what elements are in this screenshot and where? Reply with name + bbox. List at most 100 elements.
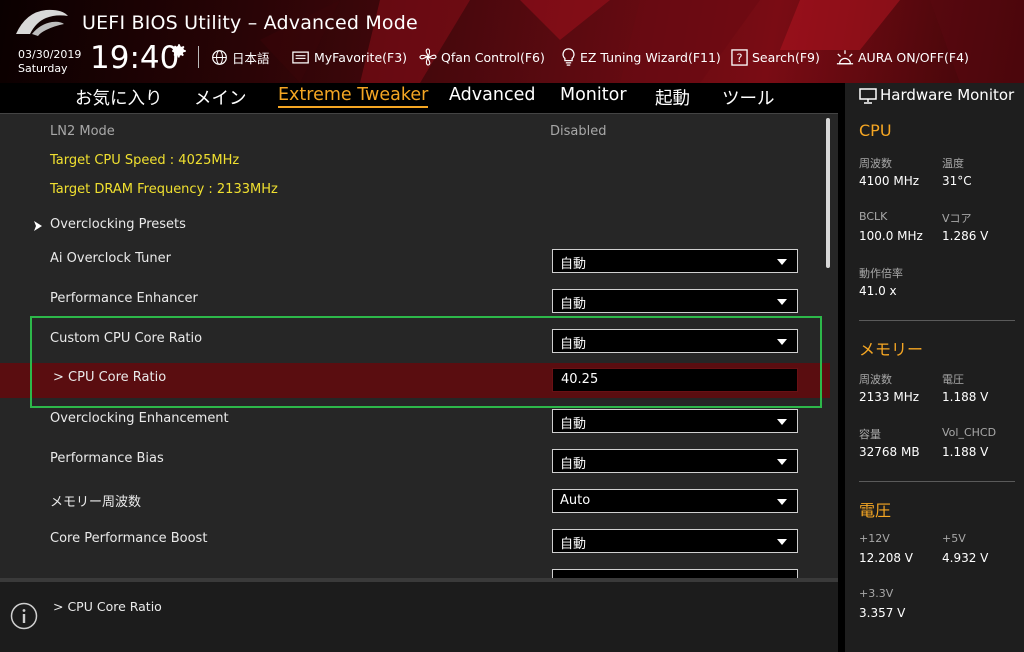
info-icon: [10, 602, 38, 630]
cpu-core-ratio-input[interactable]: 40.25: [552, 368, 798, 392]
cpu-freq-label: 周波数: [859, 157, 892, 170]
mem-freq-label: 周波数: [859, 373, 892, 386]
core-performance-boost-dropdown[interactable]: 自動: [552, 529, 798, 553]
favorite-icon: [292, 50, 309, 64]
performance-enhancer-dropdown[interactable]: 自動: [552, 289, 798, 313]
v5-value: 4.932 V: [942, 551, 989, 565]
ln2-mode-label: LN2 Mode: [50, 124, 115, 139]
core-performance-boost-value: 自動: [560, 537, 587, 552]
cpu-bclk-value: 100.0 MHz: [859, 229, 923, 243]
performance-bias-value: 自動: [560, 457, 587, 472]
performance-bias-dropdown[interactable]: 自動: [552, 449, 798, 473]
aura-icon: [836, 49, 854, 64]
ez-tuning-wizard-label: EZ Tuning Wizard(F11): [580, 49, 721, 65]
tab-extreme-tweaker[interactable]: Extreme Tweaker: [278, 85, 429, 108]
help-description: > CPU Core Ratio: [53, 599, 162, 614]
custom-cpu-core-ratio-label: Custom CPU Core Ratio: [50, 331, 203, 346]
mem-capacity-value: 32768 MB: [859, 445, 920, 459]
language-button[interactable]: 日本語: [211, 47, 270, 67]
setting-row-performance-enhancer: Performance Enhancer 自動: [0, 282, 830, 318]
search-button[interactable]: ? Search(F9): [731, 47, 820, 67]
memory-frequency-label: メモリー周波数: [50, 495, 142, 510]
ln2-mode-value: Disabled: [550, 124, 607, 139]
chevron-down-icon: [777, 539, 787, 545]
chevron-down-icon: [777, 339, 787, 345]
qfan-control-label: Qfan Control(F6): [441, 49, 545, 65]
v33-label: +3.3V: [859, 587, 894, 600]
myfavorite-button[interactable]: MyFavorite(F3): [292, 47, 407, 67]
chevron-down-icon: [777, 299, 787, 305]
setting-row-core-performance-boost: Core Performance Boost 自動: [0, 522, 830, 558]
custom-cpu-core-ratio-dropdown[interactable]: 自動: [552, 329, 798, 353]
ez-tuning-wizard-button[interactable]: EZ Tuning Wizard(F11): [561, 47, 721, 67]
language-label: 日本語: [232, 50, 270, 66]
chevron-down-icon: [777, 499, 787, 505]
overclocking-presets-link[interactable]: Overclocking Presets: [0, 208, 830, 244]
tab-boot[interactable]: 起動: [655, 85, 690, 110]
cpu-freq-value: 4100 MHz: [859, 174, 920, 188]
qfan-control-button[interactable]: Qfan Control(F6): [419, 47, 545, 67]
v12-label: +12V: [859, 532, 890, 545]
date-display: 03/30/2019 Saturday: [18, 48, 81, 76]
chevron-down-icon: [777, 419, 787, 425]
v33-value: 3.357 V: [859, 606, 906, 620]
ai-overclock-tuner-value: 自動: [560, 257, 587, 272]
setting-row-custom-cpu-core-ratio: Custom CPU Core Ratio 自動: [0, 322, 830, 358]
ai-overclock-tuner-dropdown[interactable]: 自動: [552, 249, 798, 273]
mem-volt-label: 電圧: [942, 373, 964, 386]
performance-enhancer-label: Performance Enhancer: [50, 291, 198, 306]
gear-icon[interactable]: [170, 42, 188, 60]
overclocking-enhancement-label: Overclocking Enhancement: [50, 411, 229, 426]
hardware-monitor-panel: Hardware Monitor CPU 周波数 温度 4100 MHz 31°…: [838, 83, 1024, 652]
lightbulb-icon: [562, 48, 575, 66]
setting-row-cpu-core-ratio: > CPU Core Ratio 40.25: [0, 363, 830, 398]
voltage-section-title: 電圧: [859, 501, 892, 520]
target-dram-frequency-text: Target DRAM Frequency : 2133MHz: [50, 182, 278, 197]
section-divider: [859, 481, 1015, 482]
help-panel: > CPU Core Ratio: [0, 578, 838, 652]
v5-label: +5V: [942, 532, 966, 545]
aura-toggle-button[interactable]: AURA ON/OFF(F4): [836, 47, 969, 67]
target-cpu-speed-text: Target CPU Speed : 4025MHz: [50, 153, 240, 168]
chevron-down-icon: [777, 459, 787, 465]
svg-text:?: ?: [736, 50, 742, 64]
setting-row-ai-overclock-tuner: Ai Overclock Tuner 自動: [0, 242, 830, 278]
setting-row-overclocking-enhancement: Overclocking Enhancement 自動: [0, 402, 830, 438]
memory-frequency-value: Auto: [560, 493, 591, 508]
rog-logo-icon: [16, 9, 68, 36]
tab-main[interactable]: メイン: [194, 85, 247, 110]
cpu-ratio-value: 41.0 x: [859, 284, 897, 298]
monitor-icon: [859, 88, 877, 104]
memory-frequency-dropdown[interactable]: Auto: [552, 489, 798, 513]
fan-icon: [419, 48, 437, 66]
section-divider: [859, 320, 1015, 321]
myfavorite-label: MyFavorite(F3): [314, 49, 408, 65]
day-text: Saturday: [18, 62, 68, 75]
cpu-vcore-label: Vコア: [942, 212, 972, 225]
main-menu-tabs: お気に入り メイン Extreme Tweaker Advanced Monit…: [0, 83, 838, 113]
app-title: UEFI BIOS Utility – Advanced Mode: [82, 12, 418, 34]
overclocking-enhancement-dropdown[interactable]: 自動: [552, 409, 798, 433]
header-bar: UEFI BIOS Utility – Advanced Mode 03/30/…: [0, 0, 1024, 83]
core-performance-boost-label: Core Performance Boost: [50, 531, 208, 546]
cpu-core-ratio-label: > CPU Core Ratio: [53, 370, 167, 385]
header-divider: [198, 46, 199, 68]
tab-advanced[interactable]: Advanced: [449, 85, 535, 105]
memory-section-title: メモリー: [859, 340, 924, 359]
tab-tool[interactable]: ツール: [722, 85, 775, 110]
mem-freq-value: 2133 MHz: [859, 390, 920, 404]
hardware-monitor-body: Hardware Monitor CPU 周波数 温度 4100 MHz 31°…: [845, 83, 1024, 652]
mem-capacity-label: 容量: [859, 428, 881, 441]
v12-value: 12.208 V: [859, 551, 914, 565]
tab-monitor[interactable]: Monitor: [560, 85, 627, 105]
cpu-vcore-value: 1.286 V: [942, 229, 989, 243]
mem-vol-chcd-value: 1.188 V: [942, 445, 989, 459]
tab-favorites[interactable]: お気に入り: [75, 85, 163, 110]
partial-dropdown[interactable]: [552, 569, 798, 578]
submenu-arrow-icon: [34, 221, 42, 231]
setting-row-partial: [0, 562, 830, 578]
settings-scrollbar[interactable]: [826, 118, 830, 268]
custom-cpu-core-ratio-value: 自動: [560, 337, 587, 352]
mem-volt-value: 1.188 V: [942, 390, 989, 404]
performance-enhancer-value: 自動: [560, 297, 587, 312]
